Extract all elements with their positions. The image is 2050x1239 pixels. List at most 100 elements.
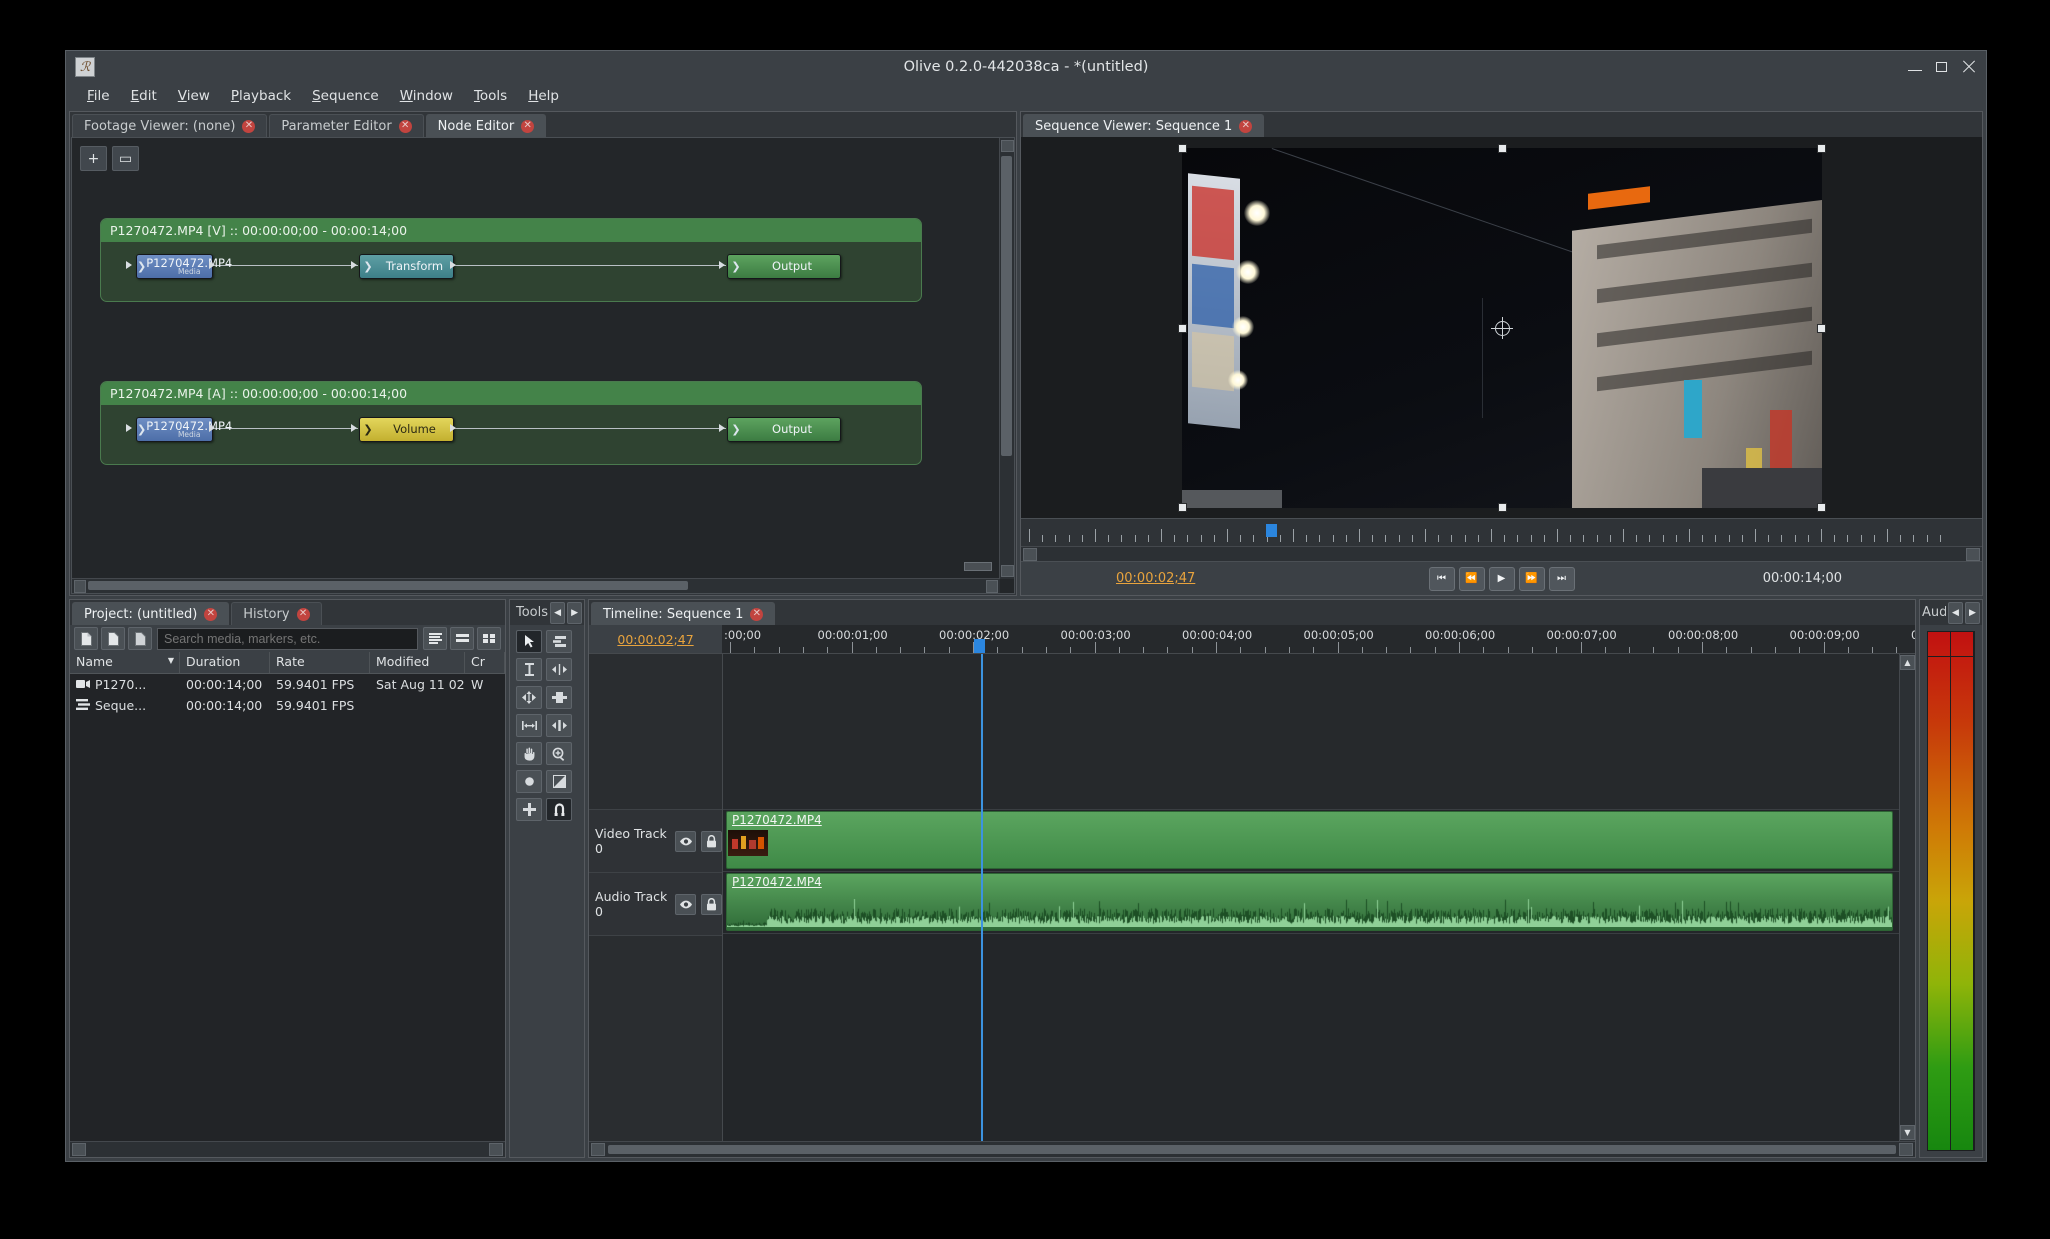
import-file-icon[interactable] bbox=[101, 627, 125, 650]
slip-tool[interactable] bbox=[516, 714, 542, 737]
table-row[interactable]: P1270... 00:00:14;00 59.9401 FPS Sat Aug… bbox=[70, 674, 505, 695]
tab-node-editor[interactable]: Node Editor ✕ bbox=[426, 114, 547, 137]
column-created[interactable]: Cr bbox=[465, 652, 505, 673]
timeline-ruler-track[interactable]: :00;0000:00:01;0000:00:02;0000:00:03;000… bbox=[722, 625, 1915, 653]
chevron-right-icon[interactable]: ❯ bbox=[360, 260, 376, 273]
tab-history[interactable]: History ✕ bbox=[231, 602, 321, 625]
node-media-video[interactable]: ❯ P1270472.MP4Media bbox=[136, 254, 213, 279]
razor-tool[interactable] bbox=[546, 686, 572, 709]
resize-handle-ml[interactable] bbox=[1178, 324, 1187, 333]
viewer-scrollbar[interactable] bbox=[1021, 546, 1982, 561]
track-header-video-0[interactable]: Video Track 0 bbox=[589, 810, 722, 873]
timeline-audio-row[interactable]: P1270472.MP4 bbox=[723, 871, 1899, 934]
maximize-button[interactable] bbox=[1935, 60, 1949, 74]
node-vertical-scrollbar[interactable] bbox=[999, 138, 1014, 579]
tab-parameter-editor[interactable]: Parameter Editor ✕ bbox=[269, 114, 423, 137]
viewer-timeline-ruler[interactable] bbox=[1021, 518, 1982, 546]
tab-sequence-viewer[interactable]: Sequence Viewer: Sequence 1 ✕ bbox=[1023, 114, 1264, 137]
clip-audio[interactable]: P1270472.MP4 bbox=[726, 873, 1893, 931]
scroll-right-icon[interactable]: ▶ bbox=[1965, 602, 1980, 624]
viewer-canvas[interactable] bbox=[1021, 137, 1982, 518]
rewind-button[interactable]: ⏪ bbox=[1459, 567, 1485, 591]
timeline-current-timecode[interactable]: 00:00:02;47 bbox=[589, 625, 722, 653]
minimize-button[interactable] bbox=[1908, 60, 1922, 74]
icon-view-icon[interactable] bbox=[477, 627, 501, 650]
track-select-tool[interactable] bbox=[546, 630, 572, 653]
resize-handle-mr[interactable] bbox=[1817, 324, 1826, 333]
go-to-end-button[interactable]: ⏭ bbox=[1549, 567, 1575, 591]
close-icon[interactable]: ✕ bbox=[242, 120, 255, 133]
zoom-tool[interactable] bbox=[546, 742, 572, 765]
menu-window[interactable]: Window bbox=[391, 85, 462, 107]
chevron-right-icon[interactable]: ❯ bbox=[360, 423, 376, 436]
menu-view[interactable]: View bbox=[169, 85, 219, 107]
timeline-video-row[interactable]: P1270472.MP4 bbox=[723, 809, 1899, 872]
menu-playback[interactable]: Playback bbox=[222, 85, 300, 107]
node-transform[interactable]: ❯ Transform bbox=[359, 254, 454, 279]
snapping-toggle[interactable] bbox=[546, 798, 572, 821]
resize-handle-tr[interactable] bbox=[1817, 144, 1826, 153]
node-volume[interactable]: ❯ Volume bbox=[359, 417, 454, 442]
close-icon[interactable]: ✕ bbox=[521, 120, 534, 133]
timeline-clip-area[interactable]: P1270472.MP4 bbox=[723, 654, 1899, 1141]
node-view-icon[interactable]: ▭ bbox=[112, 146, 139, 171]
resize-handle-tl[interactable] bbox=[1178, 144, 1187, 153]
pointer-tool[interactable] bbox=[516, 630, 542, 653]
eye-icon[interactable] bbox=[675, 894, 696, 915]
node-group-audio[interactable]: P1270472.MP4 [A] :: 00:00:00;00 - 00:00:… bbox=[100, 381, 922, 465]
add-node-icon[interactable]: + bbox=[80, 146, 107, 171]
close-icon[interactable]: ✕ bbox=[750, 608, 763, 621]
node-minimap[interactable] bbox=[964, 562, 992, 571]
ruler-playhead[interactable] bbox=[974, 639, 985, 653]
node-output-video[interactable]: ❯ Output bbox=[727, 254, 841, 279]
viewer-playhead[interactable] bbox=[1266, 524, 1277, 537]
scroll-left-icon[interactable]: ◀ bbox=[1948, 602, 1963, 624]
close-button[interactable] bbox=[1962, 60, 1976, 74]
node-output-audio[interactable]: ❯ Output bbox=[727, 417, 841, 442]
column-duration[interactable]: Duration bbox=[180, 652, 270, 673]
timeline-vertical-scrollbar[interactable]: ▲ ▼ bbox=[1899, 654, 1915, 1141]
add-tool[interactable] bbox=[516, 798, 542, 821]
eye-icon[interactable] bbox=[675, 831, 696, 852]
resize-handle-bl[interactable] bbox=[1178, 503, 1187, 512]
scroll-down-icon[interactable]: ▼ bbox=[1900, 1125, 1915, 1140]
project-horizontal-scrollbar[interactable] bbox=[70, 1141, 505, 1157]
project-media-table[interactable]: Name▼ Duration Rate Modified Cr P1270...… bbox=[70, 652, 505, 1157]
hand-tool[interactable] bbox=[516, 742, 542, 765]
go-to-start-button[interactable]: ⏮ bbox=[1429, 567, 1455, 591]
node-graph-canvas[interactable]: + ▭ P1270472.MP4 [V] :: 00:00:00;00 - 00… bbox=[71, 137, 1015, 594]
scroll-left-icon[interactable]: ◀ bbox=[550, 602, 565, 624]
close-icon[interactable]: ✕ bbox=[204, 608, 217, 621]
node-group-video[interactable]: P1270472.MP4 [V] :: 00:00:00;00 - 00:00:… bbox=[100, 218, 922, 302]
chevron-right-icon[interactable]: ❯ bbox=[728, 423, 744, 436]
tab-project[interactable]: Project: (untitled) ✕ bbox=[72, 602, 229, 625]
lock-icon[interactable] bbox=[701, 894, 722, 915]
close-icon[interactable]: ✕ bbox=[1239, 120, 1252, 133]
resize-handle-tc[interactable] bbox=[1498, 144, 1507, 153]
search-input[interactable] bbox=[157, 628, 418, 650]
chevron-right-icon[interactable]: ❯ bbox=[137, 260, 146, 273]
resize-handle-bc[interactable] bbox=[1498, 503, 1507, 512]
scroll-up-icon[interactable]: ▲ bbox=[1900, 655, 1915, 670]
timeline-playhead[interactable] bbox=[981, 654, 983, 1141]
table-row[interactable]: Seque... 00:00:14;00 59.9401 FPS bbox=[70, 695, 505, 716]
node-media-audio[interactable]: ❯ P1270472.MP4Media bbox=[136, 417, 213, 442]
tab-timeline[interactable]: Timeline: Sequence 1 ✕ bbox=[591, 602, 775, 625]
menu-tools[interactable]: Tools bbox=[465, 85, 516, 107]
fast-forward-button[interactable]: ⏩ bbox=[1519, 567, 1545, 591]
ripple-tool[interactable] bbox=[546, 658, 572, 681]
close-icon[interactable]: ✕ bbox=[399, 120, 412, 133]
menu-sequence[interactable]: Sequence bbox=[303, 85, 388, 107]
timeline-horizontal-scrollbar[interactable] bbox=[589, 1141, 1915, 1157]
column-modified[interactable]: Modified bbox=[370, 652, 465, 673]
chevron-right-icon[interactable]: ❯ bbox=[137, 423, 146, 436]
node-horizontal-scrollbar[interactable] bbox=[72, 578, 1000, 593]
clip-video[interactable]: P1270472.MP4 bbox=[726, 811, 1893, 869]
lock-icon[interactable] bbox=[701, 831, 722, 852]
new-folder-icon[interactable] bbox=[74, 627, 98, 650]
menu-file[interactable]: File bbox=[78, 85, 119, 107]
close-icon[interactable]: ✕ bbox=[297, 608, 310, 621]
video-frame[interactable] bbox=[1182, 148, 1822, 508]
menu-edit[interactable]: Edit bbox=[122, 85, 166, 107]
list-view-icon[interactable] bbox=[423, 627, 447, 650]
